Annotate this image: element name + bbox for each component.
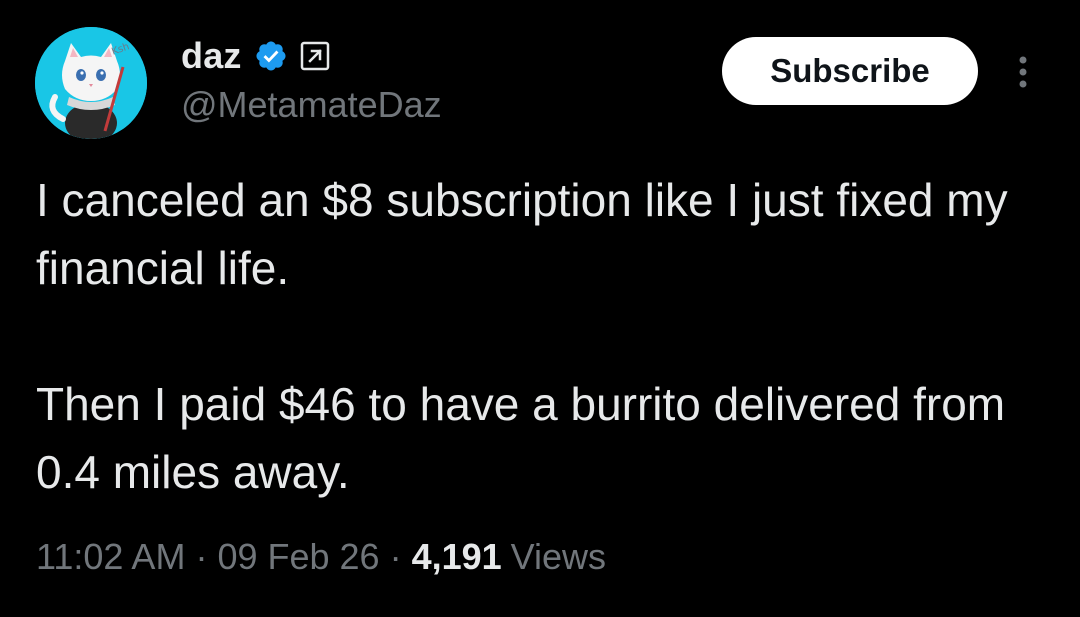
- tweet-time[interactable]: 11:02 AM: [36, 536, 185, 578]
- tweet-text: I canceled an $8 subscription like I jus…: [36, 166, 1046, 506]
- tweet-paragraph: Then I paid $46 to have a burrito delive…: [36, 378, 1006, 498]
- author-handle[interactable]: @MetamateDaz: [181, 84, 442, 126]
- tweet-meta: 11:02 AM · 09 Feb 26 · 4,191 Views: [36, 536, 606, 578]
- avatar[interactable]: Ksh: [35, 27, 147, 139]
- author-name-row: daz: [181, 34, 330, 78]
- more-vertical-icon[interactable]: [1008, 52, 1038, 92]
- meta-separator: ·: [195, 536, 208, 577]
- tweet-paragraph: I canceled an $8 subscription like I jus…: [36, 174, 1008, 294]
- tweet-date[interactable]: 09 Feb 26: [217, 536, 379, 578]
- verified-badge-icon[interactable]: [254, 39, 288, 73]
- tweet-card: Ksh daz @MetamateDaz Subscribe I cancele…: [0, 0, 1080, 617]
- cat-avatar-icon: Ksh: [35, 27, 147, 139]
- meta-separator: ·: [389, 536, 402, 577]
- views-label: Views: [510, 536, 607, 577]
- arrow-up-right-icon[interactable]: [300, 41, 330, 71]
- display-name[interactable]: daz: [181, 35, 242, 77]
- views-count[interactable]: 4,191: [412, 536, 502, 578]
- subscribe-button[interactable]: Subscribe: [722, 37, 978, 105]
